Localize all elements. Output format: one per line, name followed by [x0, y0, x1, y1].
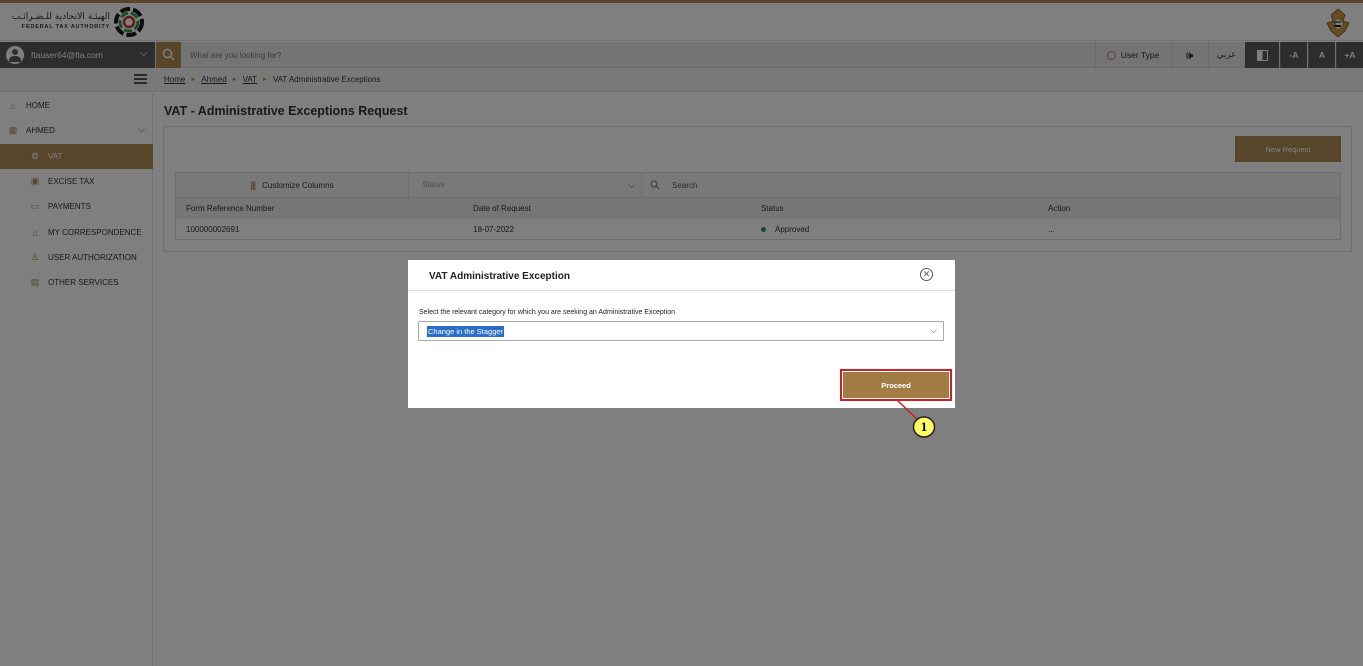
callout-step-number: 1 [920, 419, 928, 434]
chevron-down-icon: ⌵ [930, 325, 937, 335]
category-select[interactable]: Change in the Stagger ⌵ [418, 321, 944, 341]
admin-exception-modal: VAT Administrative Exception ✕ Select th… [408, 260, 955, 408]
modal-divider [408, 290, 955, 291]
category-label: Select the relevant category for which y… [419, 309, 676, 316]
proceed-button[interactable]: Proceed [843, 372, 949, 398]
selected-category: Change in the Stagger [427, 326, 505, 337]
modal-title: VAT Administrative Exception [429, 271, 570, 282]
close-icon[interactable]: ✕ [920, 268, 933, 281]
